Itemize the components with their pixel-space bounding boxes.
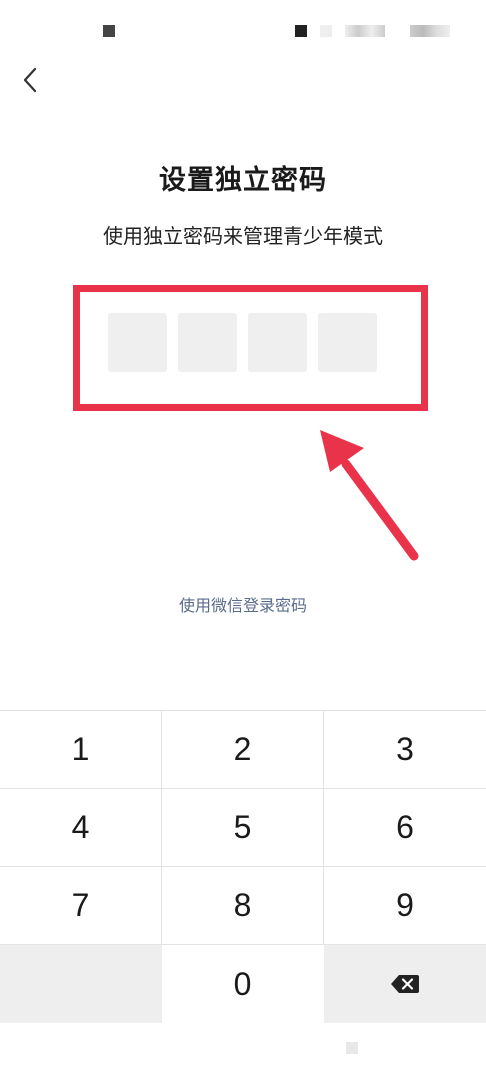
pin-digit-box[interactable] <box>178 313 237 372</box>
numeric-keypad: 1 2 3 4 5 6 7 8 9 0 <box>0 710 486 1023</box>
keypad-divider <box>0 944 486 945</box>
backspace-icon <box>391 975 419 993</box>
back-button[interactable] <box>10 60 50 100</box>
pin-input[interactable] <box>108 313 377 372</box>
chevron-left-icon <box>23 67 37 93</box>
key-7[interactable]: 7 <box>0 867 161 944</box>
key-6[interactable]: 6 <box>324 789 486 866</box>
status-indicator <box>345 25 385 37</box>
keypad-divider <box>323 711 324 945</box>
keypad-divider <box>161 711 162 945</box>
nav-indicator <box>346 1042 358 1054</box>
use-wechat-password-link[interactable]: 使用微信登录密码 <box>0 592 486 616</box>
keypad-divider <box>0 866 486 867</box>
key-0[interactable]: 0 <box>162 945 323 1023</box>
keypad-divider <box>0 788 486 789</box>
status-indicator <box>295 25 307 37</box>
arrow-icon <box>320 430 419 561</box>
status-indicator <box>320 25 332 37</box>
key-8[interactable]: 8 <box>162 867 323 944</box>
key-2[interactable]: 2 <box>162 711 323 788</box>
pin-digit-box[interactable] <box>248 313 307 372</box>
key-3[interactable]: 3 <box>324 711 486 788</box>
delete-button[interactable] <box>324 945 486 1023</box>
key-9[interactable]: 9 <box>324 867 486 944</box>
key-5[interactable]: 5 <box>162 789 323 866</box>
status-indicator <box>103 25 115 37</box>
pin-digit-box[interactable] <box>108 313 167 372</box>
page-subtitle: 使用独立密码来管理青少年模式 <box>103 224 383 248</box>
page-title: 设置独立密码 <box>159 165 327 196</box>
status-indicator <box>410 25 450 37</box>
status-bar <box>0 0 486 60</box>
pin-digit-box[interactable] <box>318 313 377 372</box>
key-4[interactable]: 4 <box>0 789 161 866</box>
key-1[interactable]: 1 <box>0 711 161 788</box>
key-empty <box>0 945 162 1023</box>
